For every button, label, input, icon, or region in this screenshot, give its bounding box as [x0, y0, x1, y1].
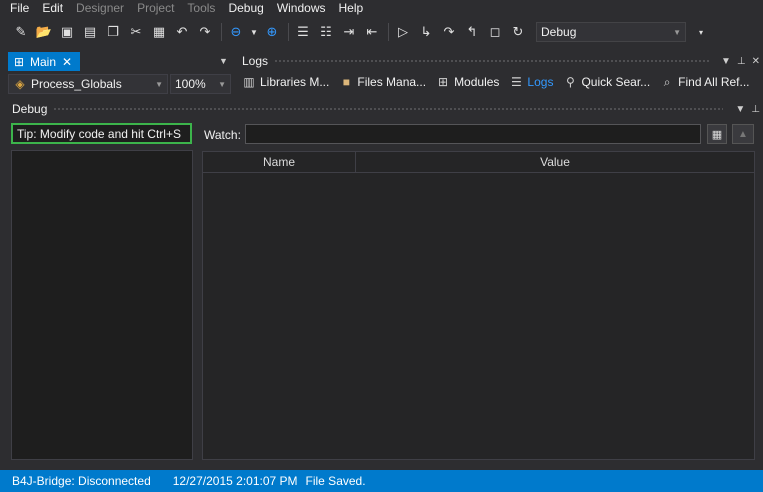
menu-debug[interactable]: Debug [228, 0, 263, 16]
status-timestamp: 12/27/2015 2:01:07 PM [172, 474, 298, 488]
menu-edit[interactable]: Edit [42, 0, 63, 16]
folder-icon: ■ [342, 75, 350, 89]
tab-quick-search[interactable]: ⚲ Quick Sear... [563, 75, 650, 89]
pin-icon[interactable]: ⊥ [751, 104, 760, 115]
redo-icon[interactable]: ↷ [196, 23, 214, 41]
module-select-value: Process_Globals [31, 77, 122, 91]
tab-label: Find All Ref... [678, 75, 750, 89]
step-over-icon[interactable]: ↷ [440, 23, 458, 41]
watch-input[interactable] [245, 124, 701, 144]
close-icon[interactable]: ✕ [752, 56, 760, 67]
chevron-up-icon: ▲ [738, 128, 748, 140]
tab-label: Logs [527, 75, 554, 89]
logs-panel-tabs: ▥ Libraries M... ■ Files Mana... ⊞ Modul… [242, 73, 760, 91]
menu-designer[interactable]: Designer [76, 0, 124, 16]
logs-panel-title: Logs [242, 54, 269, 68]
stop-icon[interactable]: ◻ [486, 23, 504, 41]
tab-label: Modules [454, 75, 500, 89]
run-icon[interactable]: ▷ [394, 23, 412, 41]
new-file-icon[interactable]: ✎ [12, 23, 30, 41]
panel-grip[interactable] [274, 58, 709, 64]
tab-main[interactable]: ⊞ Main ✕ [8, 52, 80, 71]
menu-project[interactable]: Project [137, 0, 174, 16]
logs-icon: ☰ [511, 75, 522, 89]
status-message: File Saved. [305, 474, 366, 488]
grid-header: Name Value [203, 152, 754, 173]
save-icon[interactable]: ▣ [58, 23, 76, 41]
column-header-name[interactable]: Name [203, 152, 356, 172]
debug-panel-title: Debug [12, 102, 48, 116]
undo-icon[interactable]: ↶ [173, 23, 191, 41]
modules-icon: ⊞ [438, 75, 449, 89]
menu-tools[interactable]: Tools [187, 0, 215, 16]
toolbar-divider [221, 23, 222, 41]
save-all-icon[interactable]: ▤ [81, 23, 99, 41]
calculator-button[interactable]: ▦ [707, 124, 727, 144]
libraries-icon: ▥ [243, 75, 255, 89]
tab-libraries-manager[interactable]: ▥ Libraries M... [242, 75, 329, 89]
debug-panel-header: Debug ▼ ⊥ [12, 100, 760, 118]
editor-tabs-dropdown-icon[interactable]: ▼ [219, 56, 228, 66]
tip-box: Tip: Modify code and hit Ctrl+S [11, 123, 192, 144]
tab-modules[interactable]: ⊞ Modules [436, 75, 499, 89]
toolbar-overflow-icon[interactable]: ▾ [692, 23, 710, 41]
navigate-forward-icon[interactable]: ⊕ [263, 23, 281, 41]
tab-label: Files Mana... [357, 75, 427, 89]
menu-windows[interactable]: Windows [277, 0, 326, 16]
panel-grip[interactable] [53, 106, 724, 112]
build-config-value: Debug [541, 25, 577, 39]
close-icon[interactable]: ✕ [62, 55, 72, 69]
step-out-icon[interactable]: ↰ [463, 23, 481, 41]
calculator-icon: ▦ [711, 128, 723, 141]
column-header-value[interactable]: Value [356, 152, 754, 172]
back-dropdown-icon[interactable]: ▼ [250, 23, 258, 41]
comment-block-icon[interactable]: ☰ [294, 23, 312, 41]
tip-text: Tip: Modify code and hit Ctrl+S [17, 126, 181, 141]
build-config-select[interactable]: Debug ▼ [536, 22, 686, 42]
logs-panel-header: Logs ▼ ⊥ ✕ [240, 52, 760, 70]
toolbar-divider [388, 23, 389, 41]
tab-logs[interactable]: ☰ Logs [509, 75, 553, 89]
zoom-select[interactable]: 100% ▼ [170, 74, 231, 94]
chevron-down-icon: ▼ [673, 27, 681, 37]
find-references-icon: ⌕ [663, 74, 671, 89]
pin-icon[interactable]: ⊥ [737, 56, 746, 67]
tab-label: Quick Sear... [581, 75, 651, 89]
open-folder-icon[interactable]: 📂 [35, 23, 53, 41]
paste-icon[interactable]: ▦ [150, 23, 168, 41]
panel-dropdown-icon[interactable]: ▼ [721, 56, 731, 67]
toolbar: ✎ 📂 ▣ ▤ ❐ ✂ ▦ ↶ ↷ ⊖ ▼ ⊕ ☰ ☷ ⇥ ⇤ ▷ ↳ ↷ ↰ … [0, 19, 763, 45]
bridge-status: B4J-Bridge: Disconnected [12, 474, 151, 488]
navigate-back-icon[interactable]: ⊖ [227, 23, 245, 41]
chevron-down-icon: ▼ [155, 79, 163, 89]
tab-find-all-references[interactable]: ⌕ Find All Ref... [660, 74, 750, 90]
outdent-icon[interactable]: ⇤ [363, 23, 381, 41]
tab-label: Libraries M... [260, 75, 330, 89]
search-icon: ⚲ [566, 75, 575, 89]
step-in-icon[interactable]: ↳ [417, 23, 435, 41]
copy-icon[interactable]: ❐ [104, 23, 122, 41]
toolbar-divider [288, 23, 289, 41]
module-icon: ⊞ [13, 54, 25, 69]
menu-file[interactable]: File [10, 0, 29, 16]
chevron-down-icon: ▼ [218, 79, 226, 89]
process-globals-icon: ◈ [15, 77, 25, 91]
restart-icon[interactable]: ↻ [509, 23, 527, 41]
variables-tree[interactable] [11, 150, 193, 460]
watch-up-button[interactable]: ▲ [732, 124, 754, 144]
watch-label: Watch: [204, 128, 241, 142]
watch-grid[interactable]: Name Value [202, 151, 755, 460]
indent-icon[interactable]: ⇥ [340, 23, 358, 41]
panel-dropdown-icon[interactable]: ▼ [735, 104, 745, 115]
menu-help[interactable]: Help [339, 0, 364, 16]
tab-main-label: Main [30, 54, 57, 69]
menu-bar: File Edit Designer Project Tools Debug W… [0, 0, 763, 16]
status-bar: B4J-Bridge: Disconnected 12/27/2015 2:01… [0, 470, 763, 492]
uncomment-block-icon[interactable]: ☷ [317, 23, 335, 41]
cut-icon[interactable]: ✂ [127, 23, 145, 41]
module-select[interactable]: ◈ Process_Globals ▼ [8, 74, 168, 94]
tab-files-manager[interactable]: ■ Files Mana... [339, 75, 426, 89]
zoom-select-value: 100% [175, 77, 206, 91]
